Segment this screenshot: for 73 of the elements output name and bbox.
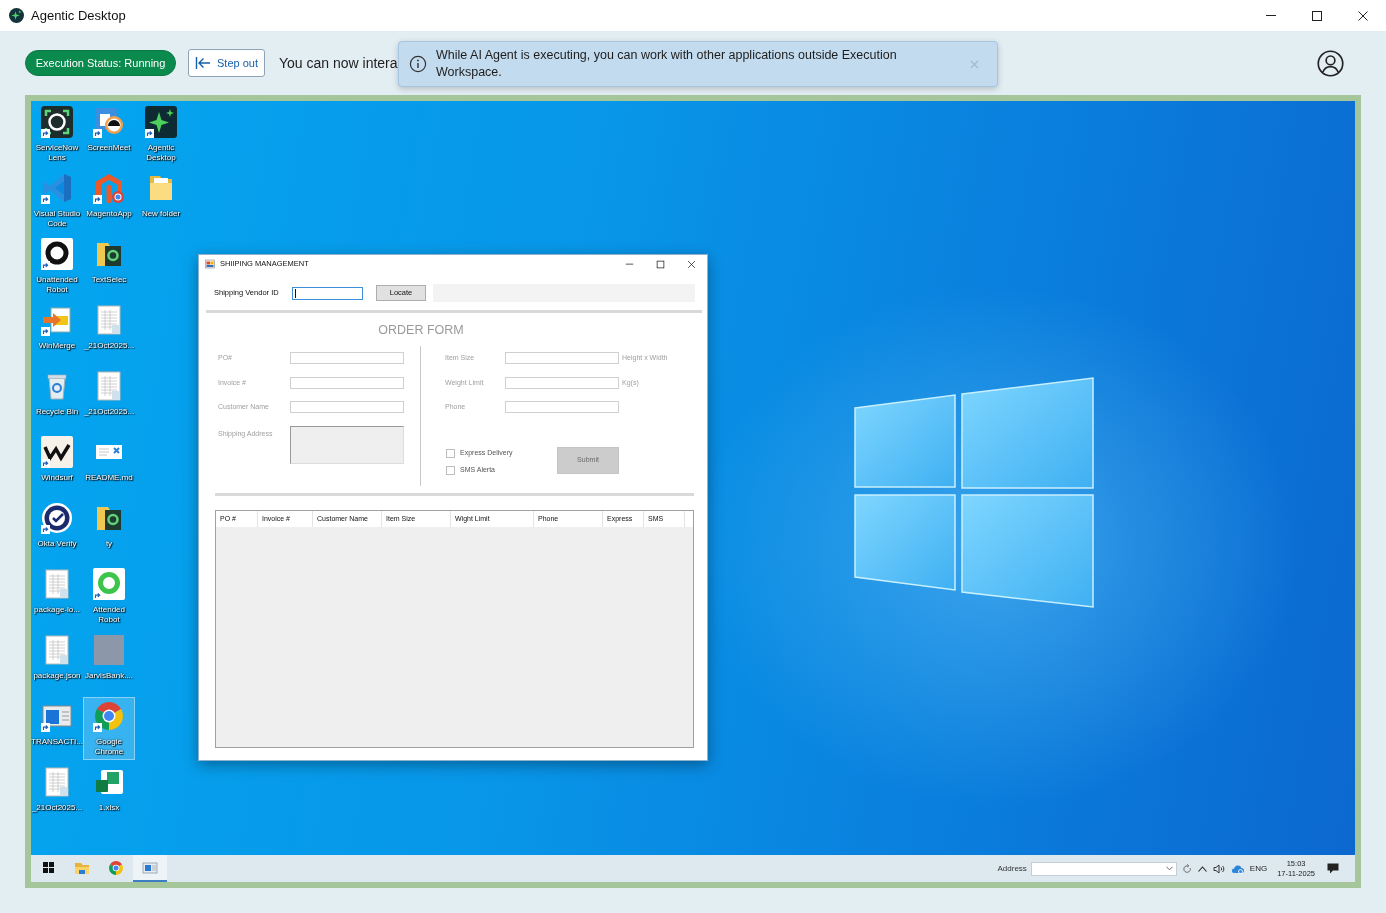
desktop-item[interactable]: 1.xlsx xyxy=(84,763,134,817)
window-icon xyxy=(142,859,158,876)
window-icon xyxy=(205,259,215,269)
input-field[interactable] xyxy=(292,286,363,300)
ring-icon xyxy=(41,238,73,270)
maximize-icon xyxy=(1311,9,1323,22)
sparkle-icon xyxy=(145,106,177,138)
desktop-item[interactable]: JarvisBank.... xyxy=(83,631,135,685)
address-field[interactable] xyxy=(1030,861,1177,876)
desktop-item[interactable]: Unattended Robot xyxy=(31,235,83,298)
maximize-icon xyxy=(656,259,665,269)
desktop-item[interactable]: README.md xyxy=(83,433,135,487)
speaker-icon[interactable] xyxy=(1212,863,1225,874)
desktop-item[interactable]: package.json xyxy=(31,631,83,685)
desktop-item[interactable]: package-lo... xyxy=(32,565,82,619)
ribbon-icon xyxy=(41,172,73,204)
photo-placeholder xyxy=(93,634,125,666)
address-label: Address xyxy=(997,862,1027,875)
desktop-item[interactable]: MagentoApp xyxy=(84,169,134,223)
toast-message: While AI Agent is executing, you can work with other applications outside Execution Workspace. xyxy=(436,47,898,81)
sparkle-icon xyxy=(9,8,24,23)
user-icon[interactable] xyxy=(1317,49,1344,77)
status-message: You can now intera xyxy=(279,53,398,73)
chevron-down-icon xyxy=(1165,866,1173,871)
four-squares-icon xyxy=(42,862,54,873)
desktop-item[interactable]: _21Oct2025... xyxy=(31,763,85,817)
refresh-icon[interactable] xyxy=(1182,863,1192,874)
desktop-item[interactable]: TRANSACTI... xyxy=(31,697,85,751)
desktop-item[interactable]: Windsurf xyxy=(32,433,82,487)
input-field[interactable] xyxy=(290,352,404,365)
desktop-item[interactable]: Recycle Bin xyxy=(32,367,82,421)
wave-icon xyxy=(41,436,73,468)
lens-ring-icon xyxy=(41,106,73,138)
desktop-item[interactable]: _21Oct2025... xyxy=(81,301,137,355)
input-field[interactable] xyxy=(505,376,619,389)
text-cursor-icon xyxy=(295,288,296,298)
input-field[interactable] xyxy=(505,401,619,414)
message-icon[interactable] xyxy=(1327,863,1339,874)
desktop-item[interactable]: ServiceNow Lens xyxy=(31,103,83,166)
input-field[interactable] xyxy=(290,401,404,414)
desktop-item[interactable]: Okta Verify xyxy=(32,499,82,553)
text-area[interactable] xyxy=(290,426,404,464)
language-indicator[interactable]: ENG xyxy=(1249,862,1268,875)
arch-logo-icon xyxy=(93,172,125,204)
color-wheel-icon xyxy=(108,859,124,876)
desktop-item[interactable]: WinMerge xyxy=(32,301,82,355)
taskbar-app[interactable] xyxy=(133,855,167,882)
color-wheel-icon xyxy=(93,700,125,732)
input-field[interactable] xyxy=(290,376,404,389)
desktop-item[interactable]: New folder xyxy=(136,169,186,223)
input-field[interactable] xyxy=(505,352,619,365)
ring-icon xyxy=(93,568,125,600)
close-icon xyxy=(687,259,696,269)
info-icon xyxy=(409,55,427,73)
chevron-up-icon[interactable] xyxy=(1197,865,1207,872)
window-title: Agentic Desktop xyxy=(31,6,126,25)
desktop-item[interactable]: TextSelec xyxy=(84,235,134,289)
close-icon xyxy=(1357,9,1369,22)
step-out-button[interactable]: Step out xyxy=(188,49,265,77)
status-badge: Execution Status: Running xyxy=(25,50,176,76)
desktop-item[interactable]: ScreenMeet xyxy=(84,103,134,157)
close-icon xyxy=(969,59,979,69)
desktop-item[interactable]: Agentic Desktop xyxy=(135,103,187,166)
desktop-item[interactable]: ty xyxy=(84,499,134,553)
desktop-item[interactable]: Visual Studio Code xyxy=(31,169,83,232)
check-circle-icon xyxy=(41,502,73,534)
desktop-item[interactable]: Attended Robot xyxy=(83,565,135,628)
cloud-icon[interactable] xyxy=(1230,863,1244,874)
form-heading: ORDER FORM xyxy=(377,322,465,338)
exit-arrow-icon xyxy=(195,56,211,70)
desktop-item[interactable]: _21Oct2025... xyxy=(81,367,137,421)
merge-arrow-icon xyxy=(41,304,73,336)
desktop-item[interactable]: Google Chrome xyxy=(83,697,135,760)
